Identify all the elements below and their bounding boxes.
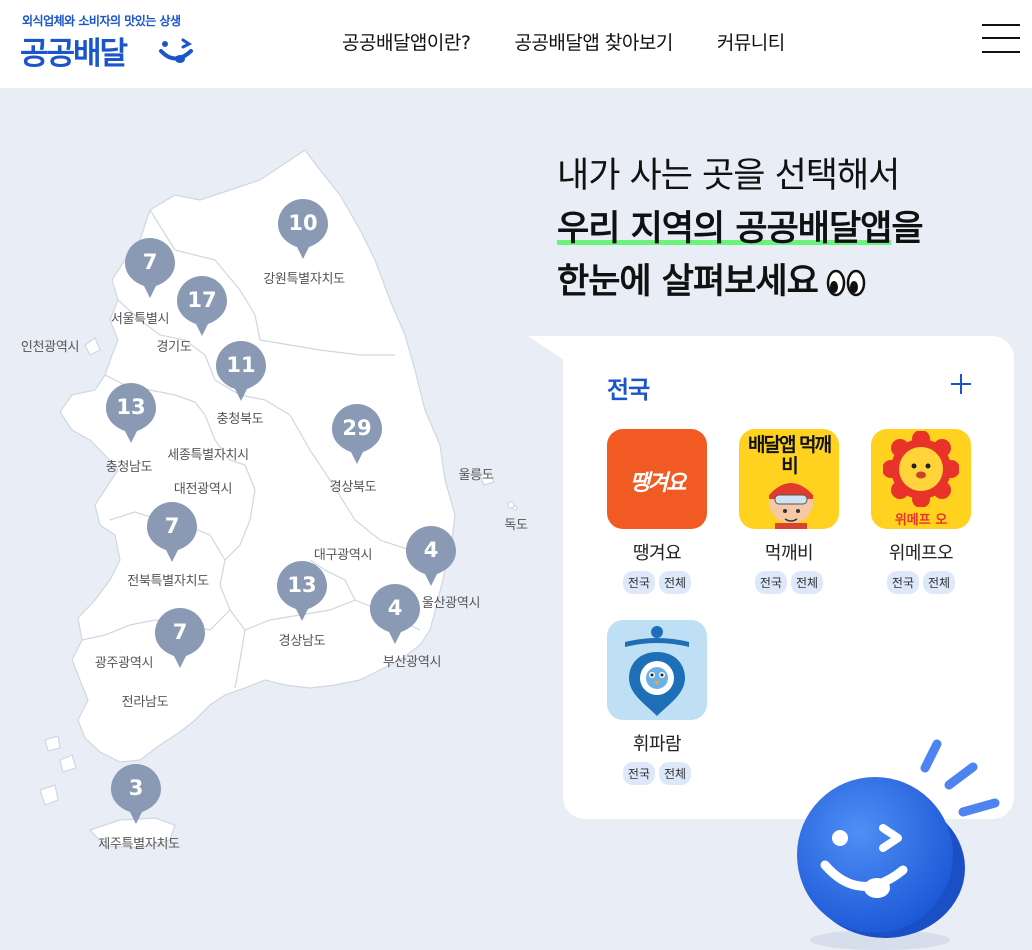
region-label-seoul[interactable]: 서울특별시 <box>111 308 170 327</box>
pin-count: 13 <box>116 395 146 419</box>
map-pin-chungnam[interactable]: 13 <box>106 383 156 445</box>
map-pin-jeju[interactable]: 3 <box>111 764 161 826</box>
region-label-gangwon[interactable]: 강원특별자치도 <box>263 268 345 287</box>
region-label-gyeongbuk[interactable]: 경상북도 <box>330 476 377 495</box>
nav-find-apps[interactable]: 공공배달앱 찾아보기 <box>514 28 673 55</box>
korea-map: 강원특별자치도 서울특별시 경기도 인천광역시 충청북도 충청남도 세종특별자치… <box>0 140 540 860</box>
region-label-daejeon[interactable]: 대전광역시 <box>174 478 233 497</box>
map-pin-gyeongbuk[interactable]: 29 <box>332 404 382 466</box>
pin-count: 3 <box>128 776 144 800</box>
whiparam-app-icon <box>607 620 707 720</box>
region-label-gyeongnam[interactable]: 경상남도 <box>279 630 326 649</box>
logo-title: 공공배달 <box>20 36 128 72</box>
eyes-emoji-icon <box>826 269 866 297</box>
pin-count: 10 <box>288 211 318 235</box>
tag-region: 전국 <box>886 571 919 594</box>
korea-map-shape <box>39 149 518 849</box>
pin-count: 17 <box>187 288 217 312</box>
headline-highlight: 우리 지역의 공공배달앱 <box>557 209 892 249</box>
app-tags: 전국 전체 <box>607 762 707 785</box>
nav-about[interactable]: 공공배달앱이란? <box>342 28 471 55</box>
app-name: 위메프오 <box>888 543 954 564</box>
region-label-jeonbuk[interactable]: 전북특별자치도 <box>127 570 209 589</box>
map-pin-jeonbuk[interactable]: 7 <box>147 502 197 564</box>
card-region-title: 전국 <box>607 376 650 404</box>
region-label-gwangju[interactable]: 광주광역시 <box>95 652 154 671</box>
mascot-character-icon <box>769 483 813 529</box>
region-label-dokdo[interactable]: 독도 <box>504 514 528 533</box>
wemakeprice-o-app-icon: 위메프 오 <box>871 429 971 529</box>
app-name: 먹깨비 <box>764 543 814 564</box>
logo-tagline: 외식업체와 소비자의 맛있는 상생 <box>22 14 181 28</box>
region-label-incheon[interactable]: 인천광역시 <box>21 336 80 355</box>
pin-count: 7 <box>142 250 158 274</box>
app-name: 휘파람 <box>632 734 682 755</box>
map-pin-chungbuk[interactable]: 11 <box>216 341 266 403</box>
region-label-ulsan[interactable]: 울산광역시 <box>422 592 481 611</box>
pin-count: 29 <box>342 416 372 440</box>
map-pin-ulsan[interactable]: 4 <box>406 526 456 588</box>
map-pin-gyeongnam[interactable]: 13 <box>277 561 327 623</box>
tag-region: 전국 <box>754 571 787 594</box>
meokkaebi-app-icon: 배달앱 먹깨비 <box>739 429 839 529</box>
region-label-busan[interactable]: 부산광역시 <box>383 651 442 670</box>
map-pin-gyeonggi[interactable]: 17 <box>177 276 227 338</box>
headline-line-3-text: 한눈에 살펴보세요 <box>557 262 819 302</box>
ddanggyeoyo-app-icon: 땡겨요 <box>607 429 707 529</box>
pin-count: 4 <box>423 538 439 562</box>
region-label-ulleungdo[interactable]: 울릉도 <box>459 464 494 483</box>
app-whiparam[interactable]: 휘파람 전국 전체 <box>607 620 707 785</box>
plus-icon[interactable] <box>949 372 973 396</box>
nav-community[interactable]: 커뮤니티 <box>717 28 785 55</box>
main-nav: 공공배달앱이란? 공공배달앱 찾아보기 커뮤니티 <box>342 28 785 55</box>
app-meokkaebi[interactable]: 배달앱 먹깨비 먹깨비 전국 전체 <box>739 429 839 594</box>
headline-line-2-suffix: 을 <box>891 209 923 249</box>
region-label-jeonnam[interactable]: 전라남도 <box>122 691 169 710</box>
map-pin-seoul[interactable]: 7 <box>125 238 175 300</box>
hamburger-menu-icon[interactable] <box>982 22 1020 54</box>
app-wemakeprice-o[interactable]: 위메프 오 위메프오 전국 전체 <box>871 429 971 594</box>
logo[interactable]: 외식업체와 소비자의 맛있는 상생 공공배달 <box>20 10 220 72</box>
map-pin-gangwon[interactable]: 10 <box>278 199 328 261</box>
app-name: 땡겨요 <box>632 543 682 564</box>
map-pin-busan[interactable]: 4 <box>370 584 420 646</box>
app-ddanggyeoyo[interactable]: 땡겨요 땡겨요 전국 전체 <box>607 429 707 594</box>
map-pin-gwangju[interactable]: 7 <box>155 608 205 670</box>
region-label-chungnam[interactable]: 충청남도 <box>106 456 153 475</box>
tag-region: 전국 <box>622 762 655 785</box>
pin-count: 13 <box>287 573 317 597</box>
tag-category: 전체 <box>923 571 956 594</box>
smile-face-icon <box>159 38 193 63</box>
pin-count: 4 <box>387 596 403 620</box>
meokkaebi-icon-text: 배달앱 먹깨비 <box>747 434 832 477</box>
headline: 내가 사는 곳을 선택해서 우리 지역의 공공배달앱을 한눈에 살펴보세요 <box>557 150 1007 309</box>
region-label-gyeonggi[interactable]: 경기도 <box>157 336 192 355</box>
region-label-jeju[interactable]: 제주특별자치도 <box>98 833 180 852</box>
ddanggyeoyo-icon-text: 땡겨요 <box>629 471 687 496</box>
app-tags: 전국 전체 <box>871 571 971 594</box>
pin-count: 11 <box>226 353 256 377</box>
tag-category: 전체 <box>791 571 824 594</box>
headline-line-2: 우리 지역의 공공배달앱을 <box>557 203 1007 256</box>
app-tags: 전국 전체 <box>607 571 707 594</box>
app-tags: 전국 전체 <box>739 571 839 594</box>
lion-mascot-icon <box>883 431 959 507</box>
region-label-chungbuk[interactable]: 충청북도 <box>217 408 264 427</box>
region-label-sejong[interactable]: 세종특별자치시 <box>167 444 249 463</box>
headline-line-1: 내가 사는 곳을 선택해서 <box>557 156 900 196</box>
site-header: 외식업체와 소비자의 맛있는 상생 공공배달 공공배달앱이란? 공공배달앱 찾아… <box>0 0 1032 88</box>
tag-region: 전국 <box>622 571 655 594</box>
tag-category: 전체 <box>659 571 692 594</box>
tag-category: 전체 <box>659 762 692 785</box>
pin-count: 7 <box>164 514 180 538</box>
whiparam-bird-icon <box>625 626 689 716</box>
wemakeprice-o-icon-text: 위메프 오 <box>894 513 948 528</box>
pin-count: 7 <box>172 620 188 644</box>
headline-line-3: 한눈에 살펴보세요 <box>557 256 1007 309</box>
winking-mascot-icon <box>797 739 1000 950</box>
